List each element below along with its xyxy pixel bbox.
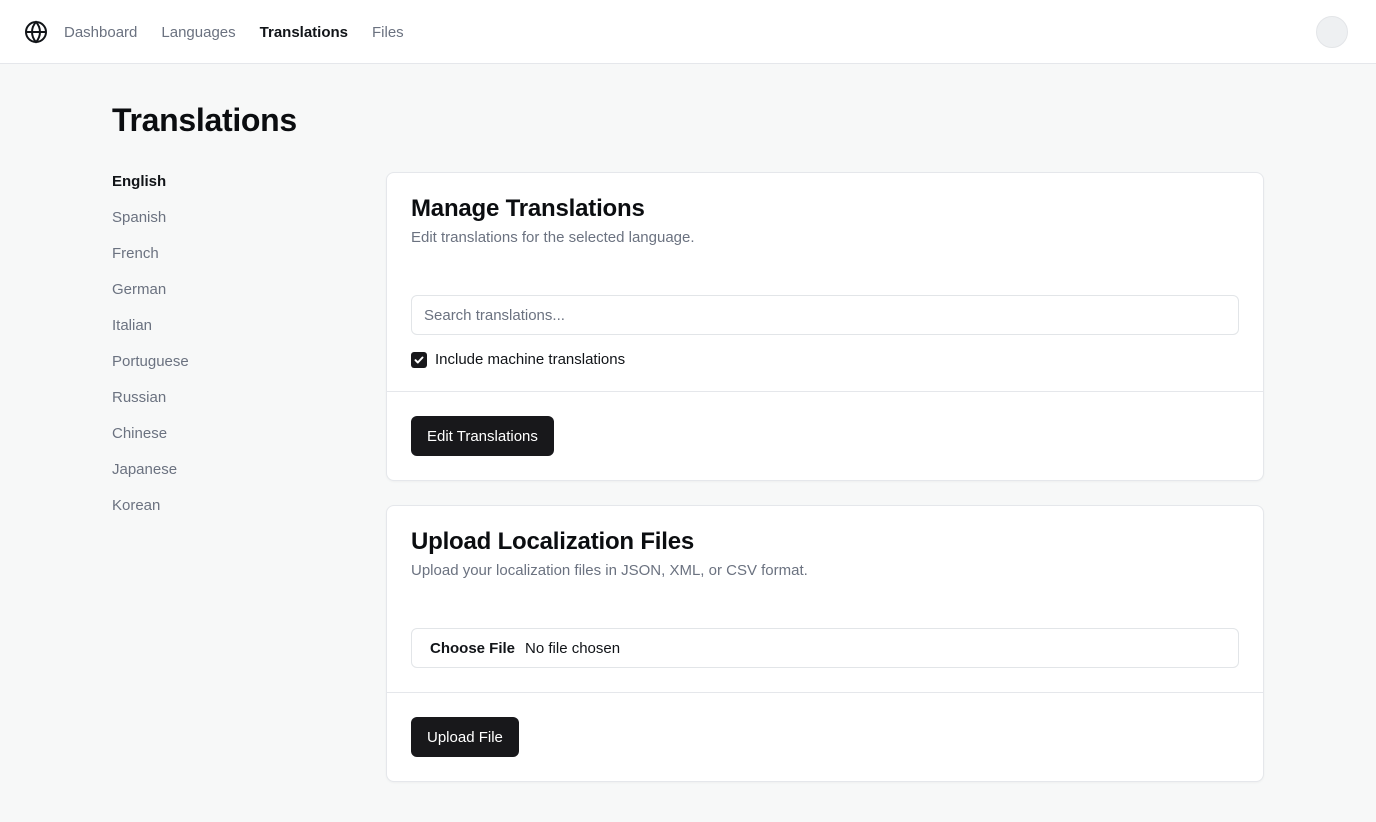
nav-dashboard[interactable]: Dashboard xyxy=(64,24,137,41)
machine-translations-checkbox[interactable] xyxy=(411,351,427,368)
machine-translations-label[interactable]: Include machine translations xyxy=(435,351,625,368)
manage-translations-card: Manage Translations Edit translations fo… xyxy=(386,172,1264,481)
nav-files[interactable]: Files xyxy=(372,24,404,41)
sidebar-item-japanese[interactable]: Japanese xyxy=(112,460,312,496)
main-nav: Dashboard Languages Translations Files xyxy=(64,0,404,64)
upload-card-title: Upload Localization Files xyxy=(411,528,695,555)
upload-card-description: Upload your localization files in JSON, … xyxy=(411,562,808,579)
page-title: Translations xyxy=(112,102,297,138)
top-navigation-bar: Dashboard Languages Translations Files xyxy=(0,0,1376,64)
sidebar-item-english[interactable]: English xyxy=(112,172,312,208)
sidebar-item-russian[interactable]: Russian xyxy=(112,388,312,424)
manage-card-description: Edit translations for the selected langu… xyxy=(411,229,695,246)
sidebar-item-portuguese[interactable]: Portuguese xyxy=(112,352,312,388)
checkmark-icon xyxy=(414,356,424,363)
machine-translations-option: Include machine translations xyxy=(411,351,625,368)
choose-file-button[interactable]: Choose File xyxy=(430,640,515,657)
upload-file-button[interactable]: Upload File xyxy=(411,717,519,757)
sidebar-item-german[interactable]: German xyxy=(112,280,312,316)
sidebar-item-korean[interactable]: Korean xyxy=(112,496,312,532)
sidebar-item-italian[interactable]: Italian xyxy=(112,316,312,352)
upload-files-card: Upload Localization Files Upload your lo… xyxy=(386,505,1264,782)
globe-icon[interactable] xyxy=(24,20,48,44)
sidebar-item-spanish[interactable]: Spanish xyxy=(112,208,312,244)
sidebar-item-chinese[interactable]: Chinese xyxy=(112,424,312,460)
card-divider xyxy=(387,391,1263,392)
user-avatar[interactable] xyxy=(1316,16,1348,48)
file-status: No file chosen xyxy=(525,639,621,657)
sidebar-item-french[interactable]: French xyxy=(112,244,312,280)
manage-card-title: Manage Translations xyxy=(411,195,645,222)
file-input[interactable]: Choose File No file chosen xyxy=(411,628,1239,668)
language-sidebar: English Spanish French German Italian Po… xyxy=(112,172,312,532)
search-field xyxy=(411,295,1239,335)
edit-translations-button[interactable]: Edit Translations xyxy=(411,416,554,456)
nav-translations[interactable]: Translations xyxy=(260,24,348,41)
nav-languages[interactable]: Languages xyxy=(161,24,235,41)
card-divider xyxy=(387,692,1263,693)
search-input[interactable] xyxy=(412,296,1238,334)
